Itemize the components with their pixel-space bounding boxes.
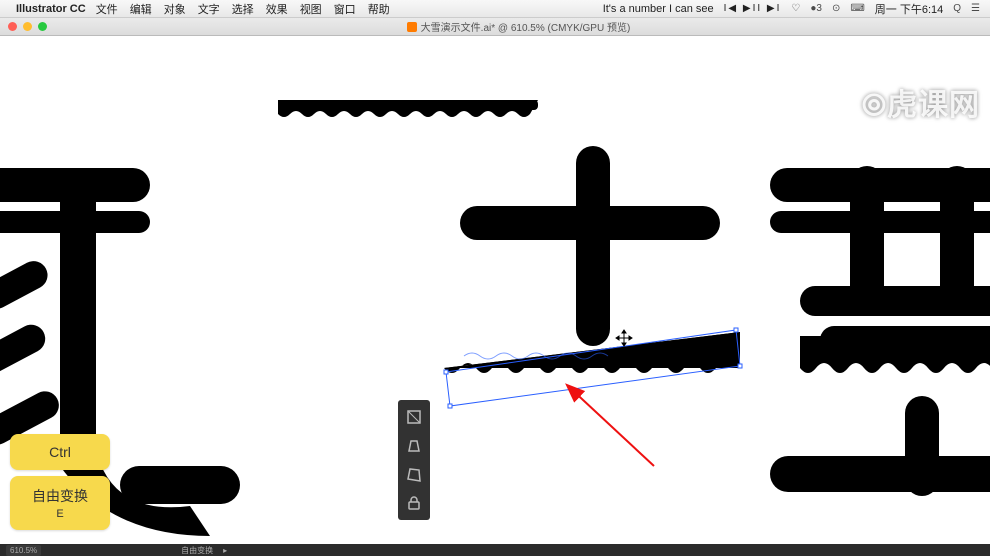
spotlight-icon[interactable]: Q bbox=[953, 3, 961, 14]
perspective-distort-icon[interactable] bbox=[403, 435, 425, 456]
window-controls bbox=[8, 22, 47, 31]
menubar-right: It's a number I can see I◀ ▶II ▶I ♡ ●3 ⊙… bbox=[603, 1, 990, 17]
key-hint-free-transform-label: 自由变换 bbox=[16, 486, 104, 506]
status-tool-name: 自由变换 bbox=[181, 545, 213, 556]
menu-view[interactable]: 视图 bbox=[300, 1, 322, 17]
watermark: ⦾虎课网 bbox=[862, 80, 980, 124]
menu-edit[interactable]: 编辑 bbox=[130, 1, 152, 17]
media-controls[interactable]: I◀ ▶II ▶I bbox=[724, 3, 782, 14]
key-hint-ctrl-label: Ctrl bbox=[16, 444, 104, 460]
keyboard-icon[interactable]: ⌨ bbox=[850, 3, 864, 14]
minimize-window-button[interactable] bbox=[23, 22, 32, 31]
battery-icon: ●3 bbox=[810, 3, 822, 14]
ai-file-icon bbox=[407, 22, 417, 32]
status-chevron-icon[interactable]: ▸ bbox=[223, 546, 227, 555]
menu-type[interactable]: 文字 bbox=[198, 1, 220, 17]
menu-help[interactable]: 帮助 bbox=[368, 1, 390, 17]
menu-window[interactable]: 窗口 bbox=[334, 1, 356, 17]
keyboard-hints: Ctrl 自由变换 E bbox=[10, 434, 110, 530]
clock[interactable]: 周一 下午6:14 bbox=[875, 1, 943, 17]
now-playing: It's a number I can see bbox=[603, 3, 714, 15]
constrain-icon[interactable] bbox=[403, 493, 425, 514]
key-hint-free-transform: 自由变换 E bbox=[10, 476, 110, 530]
menu-object[interactable]: 对象 bbox=[164, 1, 186, 17]
menu-extras-icon[interactable]: ☰ bbox=[971, 3, 980, 14]
maximize-window-button[interactable] bbox=[38, 22, 47, 31]
artwork bbox=[0, 36, 990, 544]
status-bar: 610.5% 自由变换 ▸ bbox=[0, 544, 990, 556]
menu-file[interactable]: 文件 bbox=[96, 1, 118, 17]
document-title: 大雪演示文件.ai* @ 610.5% (CMYK/GPU 预览) bbox=[407, 19, 631, 34]
free-transform-icon[interactable] bbox=[403, 406, 425, 427]
close-window-button[interactable] bbox=[8, 22, 17, 31]
app-name[interactable]: Illustrator CC bbox=[16, 3, 86, 15]
heart-icon[interactable]: ♡ bbox=[791, 3, 800, 14]
menu-select[interactable]: 选择 bbox=[232, 1, 254, 17]
menu-effect[interactable]: 效果 bbox=[266, 1, 288, 17]
key-hint-ctrl: Ctrl bbox=[10, 434, 110, 470]
zoom-level[interactable]: 610.5% bbox=[6, 545, 41, 556]
free-transform-tool-panel[interactable] bbox=[398, 400, 430, 520]
annotation-arrow bbox=[554, 376, 674, 486]
document-title-text: 大雪演示文件.ai* @ 610.5% (CMYK/GPU 预览) bbox=[421, 19, 631, 34]
key-hint-free-transform-key: E bbox=[16, 508, 104, 520]
mac-menubar: Illustrator CC 文件 编辑 对象 文字 选择 效果 视图 窗口 帮… bbox=[0, 0, 990, 18]
document-titlebar: 大雪演示文件.ai* @ 610.5% (CMYK/GPU 预览) bbox=[0, 18, 990, 36]
canvas[interactable]: ⦾虎课网 bbox=[0, 36, 990, 544]
wifi-icon[interactable]: ⊙ bbox=[832, 3, 840, 14]
free-distort-icon[interactable] bbox=[403, 464, 425, 485]
